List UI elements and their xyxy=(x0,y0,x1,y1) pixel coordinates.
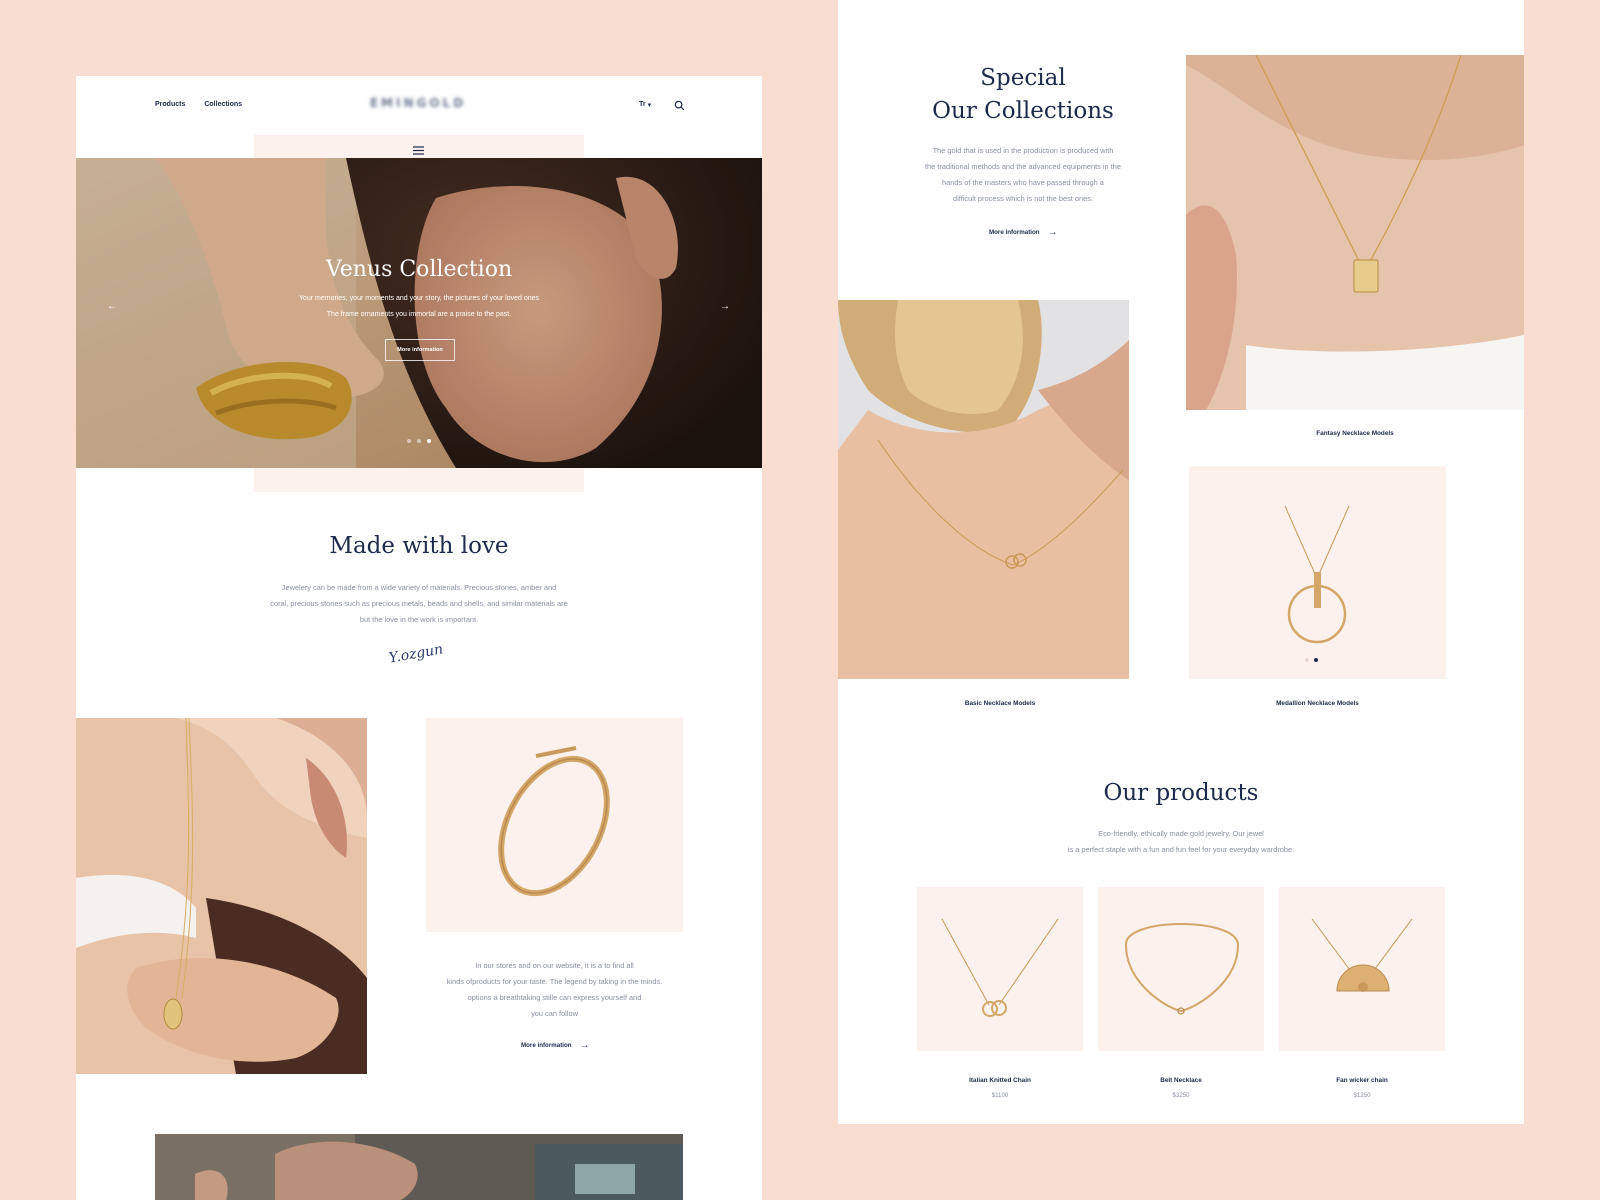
signature: Y.ozgun xyxy=(387,641,445,667)
collections-more-link[interactable]: More information → xyxy=(989,227,1058,238)
search-icon[interactable] xyxy=(674,98,685,116)
collections-text-1: The gold that is used in the production … xyxy=(932,146,1114,155)
fan-wicker-image xyxy=(1311,918,1413,992)
hero-title: Venus Collection xyxy=(325,257,513,282)
carousel-dot-1[interactable] xyxy=(1305,658,1309,662)
products-title: Our products xyxy=(1103,780,1259,806)
italian-chain-image xyxy=(941,918,1059,1017)
fantasy-necklace-photo[interactable] xyxy=(1186,55,1524,410)
product-card-belt-necklace[interactable] xyxy=(1098,887,1264,1051)
collections-more-label: More information xyxy=(989,229,1040,236)
love-text-3: but the love in the work is important. xyxy=(359,615,479,624)
caption-fantasy[interactable]: Fantasy Necklace Models xyxy=(1186,430,1524,437)
collections-text-4: difficult process which is not the best … xyxy=(953,194,1093,203)
stores-more-link[interactable]: More information → xyxy=(521,1040,590,1051)
slide-dot-1[interactable] xyxy=(407,439,411,443)
main-nav: Products Collections xyxy=(155,101,242,108)
stores-text-2: kinds ofproducts for your taste. The leg… xyxy=(446,977,663,986)
slide-dot-2[interactable] xyxy=(417,439,421,443)
bracelet-image xyxy=(498,746,610,897)
slide-dot-3[interactable] xyxy=(427,439,431,443)
love-text-1: Jewelery can be made from a wide variety… xyxy=(281,583,557,592)
bracelet-product-card[interactable] xyxy=(426,718,683,932)
homepage-panel: Products Collections EMINGOLD Tr ▾ Venus… xyxy=(76,76,762,1200)
hero-subtitle-1: Your memories, your moments and your sto… xyxy=(298,295,540,302)
product-price-2: $3250 xyxy=(1172,1092,1190,1099)
medallion-image xyxy=(1284,505,1350,644)
product-name-1[interactable]: Italian Knitted Chain xyxy=(917,1077,1083,1084)
stores-text-4: you can follow xyxy=(531,1009,578,1018)
collections-text-3: hands of the masters who have passed thr… xyxy=(942,178,1104,187)
nav-collections[interactable]: Collections xyxy=(204,101,242,108)
necklace-neck-photo xyxy=(76,718,367,1074)
products-text-1: Eco-friendly, ethically made gold jewelr… xyxy=(1098,829,1264,838)
hero-pagination xyxy=(407,439,431,443)
collections-panel: Special Our Collections The gold that is… xyxy=(838,0,1524,1124)
carousel-dot-2[interactable] xyxy=(1314,658,1318,662)
collections-title-2: Our Collections xyxy=(932,98,1114,124)
hero-slider: Venus Collection Your memories, your mom… xyxy=(76,158,762,468)
bottom-banner-photo xyxy=(155,1134,683,1200)
love-title: Made with love xyxy=(329,533,509,559)
hero-subtitle-2: The frame ornaments you immortal are a p… xyxy=(326,311,512,318)
belt-necklace-image xyxy=(1124,923,1240,1015)
product-card-fan-wicker[interactable] xyxy=(1279,887,1445,1051)
love-text: Jewelery can be made from a wide variety… xyxy=(76,580,762,628)
caption-medallion[interactable]: Medallion Necklace Models xyxy=(1189,700,1446,707)
collections-title: Special Our Collections xyxy=(838,62,1208,128)
stores-more-label: More information xyxy=(521,1042,572,1049)
product-price-1: $1100 xyxy=(991,1092,1009,1099)
collections-text-2: the traditional methods and the advanced… xyxy=(925,162,1121,171)
product-name-2[interactable]: Belt Necklace xyxy=(1098,1077,1264,1084)
hero-more-button[interactable]: More information xyxy=(385,339,455,361)
stores-text: In our stores and on our website, it is … xyxy=(426,958,683,1022)
stores-text-1: In our stores and on our website, it is … xyxy=(475,961,634,970)
product-price-3: $1250 xyxy=(1353,1092,1371,1099)
hero-prev-arrow[interactable]: ← xyxy=(107,301,117,312)
stores-text-3: options a breathtaking stille can expres… xyxy=(467,993,642,1002)
caption-basic[interactable]: Basic Necklace Models xyxy=(838,700,1162,707)
products-text: Eco-friendly, ethically made gold jewelr… xyxy=(838,826,1524,858)
basic-necklace-photo[interactable] xyxy=(838,300,1129,679)
collections-text: The gold that is used in the production … xyxy=(838,143,1208,207)
product-card-italian-chain[interactable] xyxy=(917,887,1083,1051)
products-text-2: is a perfect staple with a fun and fun f… xyxy=(1067,845,1295,854)
love-text-2: coral, precious stones such as precious … xyxy=(270,599,568,608)
logo[interactable]: EMINGOLD xyxy=(368,96,468,110)
language-label: Tr xyxy=(639,101,646,108)
nav-products[interactable]: Products xyxy=(155,101,185,108)
collections-title-1: Special xyxy=(980,65,1066,91)
arrow-right-icon: → xyxy=(579,1040,590,1051)
product-name-3[interactable]: Fan wicker chain xyxy=(1279,1077,1445,1084)
arrow-right-icon: → xyxy=(1047,227,1058,238)
medallion-pagination xyxy=(1305,658,1318,662)
hero-next-arrow[interactable]: → xyxy=(720,301,730,312)
chevron-down-icon: ▾ xyxy=(647,102,652,109)
language-select[interactable]: Tr ▾ xyxy=(639,101,651,109)
medallion-necklace-card[interactable] xyxy=(1189,466,1446,679)
